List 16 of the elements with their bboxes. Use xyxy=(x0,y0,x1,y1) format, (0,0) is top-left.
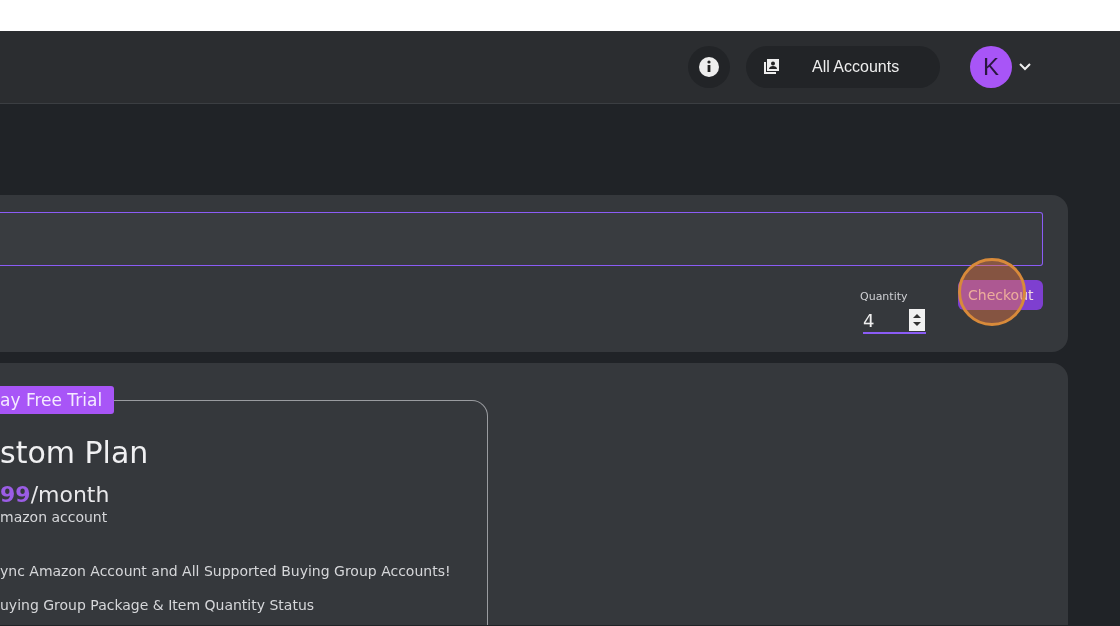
price-period: /month xyxy=(30,482,110,507)
feature-text: ync Amazon Account and All Supported Buying Group Accounts! xyxy=(0,563,452,579)
chevron-down-icon[interactable] xyxy=(1018,62,1032,72)
info-icon xyxy=(698,56,720,78)
quantity-label: Quantity xyxy=(860,290,909,303)
accounts-button[interactable]: All Accounts xyxy=(746,46,940,88)
price-amount: 99 xyxy=(0,482,31,507)
contacts-icon xyxy=(762,58,780,76)
feature-text: uying Group Package & Item Quantity Status xyxy=(0,597,316,613)
user-avatar[interactable]: K xyxy=(970,46,1012,88)
trial-badge: ay Free Trial xyxy=(0,386,115,414)
plan-title: stom Plan xyxy=(0,435,150,470)
quantity-field[interactable]: 4 xyxy=(863,309,903,331)
price-note: mazon account xyxy=(0,509,109,525)
text-field[interactable] xyxy=(0,212,1043,266)
info-button[interactable] xyxy=(688,46,730,88)
